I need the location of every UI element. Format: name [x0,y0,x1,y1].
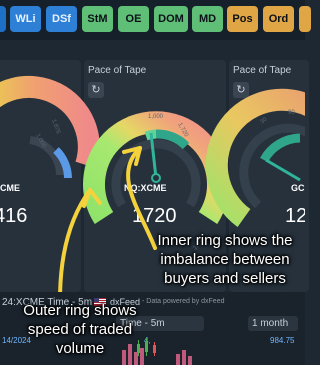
outer-ring-annotation: Outer ring shows speed of traded volume [23,302,137,357]
left-tick-2: 1,876 [50,119,61,136]
right-gauge [205,88,305,227]
right-tick-1: 30 [259,116,268,125]
range-select[interactable]: 1 month [248,316,298,331]
left-symbol: XCME [0,183,20,193]
center-tick-1: 1,000 [148,114,164,120]
center-gauge [83,111,229,224]
volume-bar [182,350,186,365]
volume-bar [176,354,180,365]
ohlc-close: 984.75 [270,336,295,345]
right-inner-ring-fill [260,133,301,163]
right-value: 12 [285,205,305,227]
inner-ring-annotation: Inner ring shows the imbalance between b… [157,232,293,287]
volume-bar [188,356,192,365]
right-needle [265,158,301,182]
left-gauge [0,75,100,179]
powered-by-text: - Data powered by dxFeed [142,298,225,305]
left-value: 416 [0,205,27,227]
candle-body [153,345,156,353]
right-symbol: GC [291,183,305,193]
center-needle-hub [151,173,161,183]
right-tick-2: 90 [288,110,295,116]
right-outer-ring [205,88,305,227]
left-outer-ring [0,75,100,169]
